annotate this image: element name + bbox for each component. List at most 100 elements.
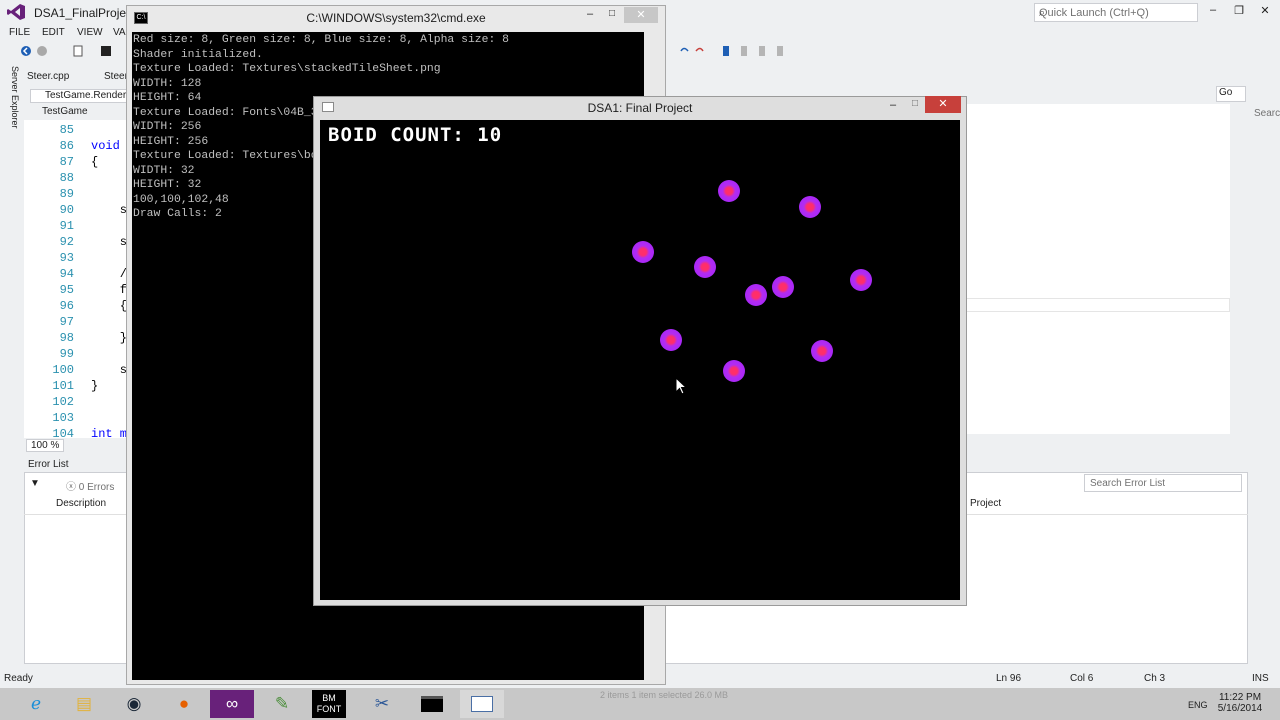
column-description[interactable]: Description (56, 498, 106, 509)
bookmark-next-icon[interactable] (756, 45, 768, 57)
bookmark-prev-icon[interactable] (738, 45, 750, 57)
redo-icon[interactable] (694, 45, 706, 57)
errors-filter-button[interactable]: ⓧ 0 Errors (66, 478, 114, 493)
code-line: s (91, 203, 128, 217)
line-number: 86 (59, 139, 74, 153)
errors-count: 0 Errors (78, 482, 115, 493)
menu-edit[interactable]: EDIT (42, 27, 65, 38)
game-window-title: DSA1: Final Project (587, 101, 693, 115)
tab-steer-cpp[interactable]: Steer.cpp (27, 71, 69, 82)
new-project-icon[interactable] (72, 45, 84, 57)
current-line-highlight (966, 298, 1230, 312)
member-dropdown[interactable]: TestGame.Render.f (30, 89, 130, 103)
tray-time: 11:22 PM (1218, 692, 1262, 703)
game-minimize-button[interactable]: – (884, 99, 902, 111)
cmd-window-icon: C:\ (134, 12, 148, 24)
cmd-window-title: C:\WINDOWS\system32\cmd.exe (306, 11, 486, 25)
zoom-bar: 100 % (24, 438, 130, 452)
boid (694, 256, 716, 278)
bmfont-icon[interactable]: BM FONT (312, 690, 346, 718)
cmd-taskbar-icon[interactable] (410, 690, 454, 718)
code-line: { (91, 299, 128, 313)
line-number: 85 (59, 123, 74, 137)
status-char: Ch 3 (1144, 673, 1166, 684)
bookmark-icon[interactable] (720, 45, 732, 57)
line-number: 98 (59, 331, 74, 345)
cmd-maximize-button[interactable]: □ (602, 8, 622, 22)
code-editor[interactable]: 85 86 void 87{88 89 90 s 91 92 s 93 94 /95 f 96 … (24, 120, 130, 441)
boid (632, 241, 654, 263)
error-list-title: Error List (28, 459, 69, 470)
snipping-icon[interactable]: ✂ (360, 690, 404, 718)
search-icon: ⌕ (1039, 7, 1046, 19)
vs-minimize-button[interactable]: – (1202, 4, 1224, 20)
error-list-search-input[interactable]: Search Error List (1084, 474, 1242, 492)
line-number: 93 (59, 251, 74, 265)
boid (745, 284, 767, 306)
cmd-minimize-button[interactable]: – (580, 8, 600, 22)
line-number: 101 (52, 379, 74, 393)
right-tool-strip (1252, 62, 1280, 662)
code-line: s (91, 363, 128, 377)
line-number: 92 (59, 235, 74, 249)
menu-file[interactable]: FILE (9, 27, 30, 38)
line-number: 103 (52, 411, 74, 425)
ie-icon[interactable]: ℯ (14, 690, 58, 718)
side-search-label[interactable]: Search (1254, 108, 1280, 119)
tab-steer[interactable]: Steer (104, 71, 128, 82)
game-window-icon (322, 102, 334, 112)
line-number: 102 (52, 395, 74, 409)
status-line: Ln 96 (996, 673, 1022, 684)
line-number: 87 (59, 155, 74, 169)
game-close-button[interactable]: ✕ (925, 96, 961, 113)
server-explorer-tab[interactable]: Server Explorer (6, 66, 20, 132)
project-dropdown[interactable]: TestGame (26, 106, 130, 120)
filter-icon[interactable]: ▼ (30, 478, 40, 489)
game-maximize-button[interactable]: □ (906, 98, 924, 109)
status-column: Col 6 (1070, 673, 1094, 684)
back-arrow-icon[interactable] (20, 45, 32, 57)
cmd-close-button[interactable]: ✕ (624, 7, 658, 23)
visual-studio-logo-icon (7, 4, 25, 20)
status-ready: Ready (4, 673, 33, 684)
forward-arrow-icon[interactable] (36, 45, 48, 57)
code-line: { (91, 155, 99, 169)
bookmark-clear-icon[interactable] (774, 45, 786, 57)
paint-icon[interactable]: ✎ (260, 690, 304, 718)
vs-close-button[interactable]: ✕ (1254, 4, 1276, 20)
boid (660, 329, 682, 351)
menu-view[interactable]: VIEW (77, 27, 103, 38)
boid (850, 269, 872, 291)
menu-va[interactable]: VA (113, 27, 126, 38)
vs-window-title: DSA1_FinalProjec (34, 6, 133, 20)
mouse-cursor-icon (675, 377, 687, 395)
go-button[interactable]: Go (1216, 86, 1246, 102)
code-line: } (91, 379, 99, 393)
boid (811, 340, 833, 362)
column-project[interactable]: Project (970, 498, 1001, 509)
undo-icon[interactable] (678, 45, 690, 57)
boid (772, 276, 794, 298)
steam-icon[interactable]: ◉ (112, 690, 156, 718)
quick-launch-input[interactable]: Quick Launch (Ctrl+Q) ⌕ (1034, 3, 1198, 22)
code-line: / (91, 267, 128, 281)
line-number: 97 (59, 315, 74, 329)
save-icon[interactable] (100, 45, 112, 57)
line-number: 100 (52, 363, 74, 377)
code-line: f (91, 283, 128, 297)
visual-studio-icon[interactable]: ∞ (210, 690, 254, 718)
vs-restore-button[interactable]: ❐ (1228, 4, 1250, 20)
line-number: 91 (59, 219, 74, 233)
code-line: void (91, 139, 128, 153)
tray-clock[interactable]: 11:22 PM 5/16/2014 (1212, 692, 1268, 714)
game-canvas[interactable] (320, 120, 960, 600)
file-explorer-icon[interactable]: ▤ (62, 690, 106, 718)
tray-date: 5/16/2014 (1217, 703, 1263, 714)
line-number: 90 (59, 203, 74, 217)
game-taskbar-icon[interactable] (460, 690, 504, 718)
boid (723, 360, 745, 382)
zoom-level-dropdown[interactable]: 100 % (26, 439, 65, 452)
firefox-icon[interactable]: ● (162, 690, 206, 718)
tray-language[interactable]: ENG (1188, 700, 1208, 710)
